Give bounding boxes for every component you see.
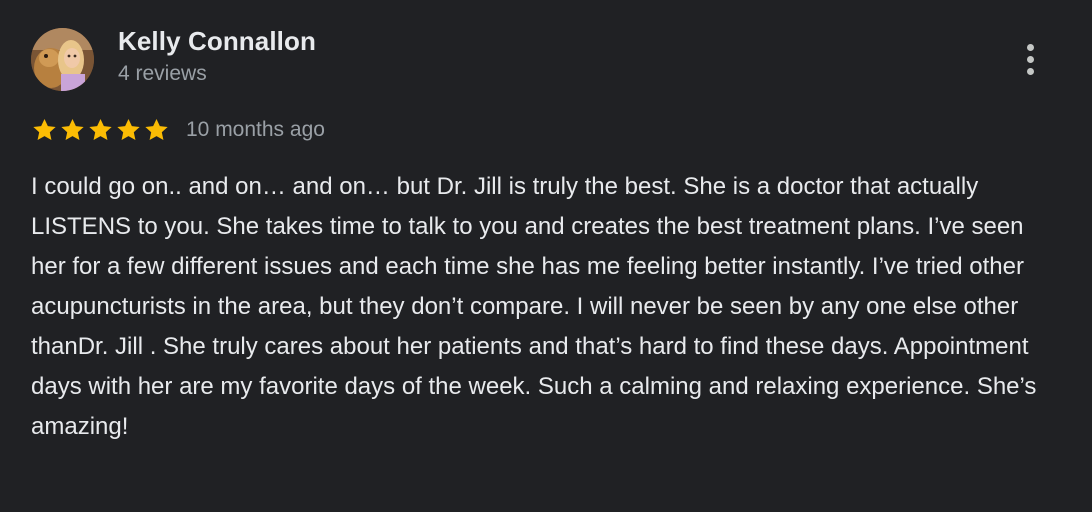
reviewer-name[interactable]: Kelly Connallon (118, 26, 316, 57)
more-options-button[interactable] (1012, 38, 1048, 80)
rating-row: 10 months ago (31, 115, 325, 145)
review-time: 10 months ago (186, 118, 325, 141)
star-icon (89, 118, 112, 140)
more-vert-icon (1026, 43, 1034, 51)
review-text: I could go on.. and on… and on… but Dr. … (31, 173, 1037, 440)
star-rating (31, 117, 170, 143)
star-icon (117, 118, 140, 140)
star-icon (61, 118, 84, 140)
avatar-photo (31, 28, 94, 91)
star-icon (33, 118, 56, 140)
review-card: Kelly Connallon 4 reviews 10 months ago … (0, 0, 1092, 512)
star-icon (145, 118, 168, 140)
review-count[interactable]: 4 reviews (118, 62, 207, 86)
avatar[interactable] (31, 28, 94, 91)
